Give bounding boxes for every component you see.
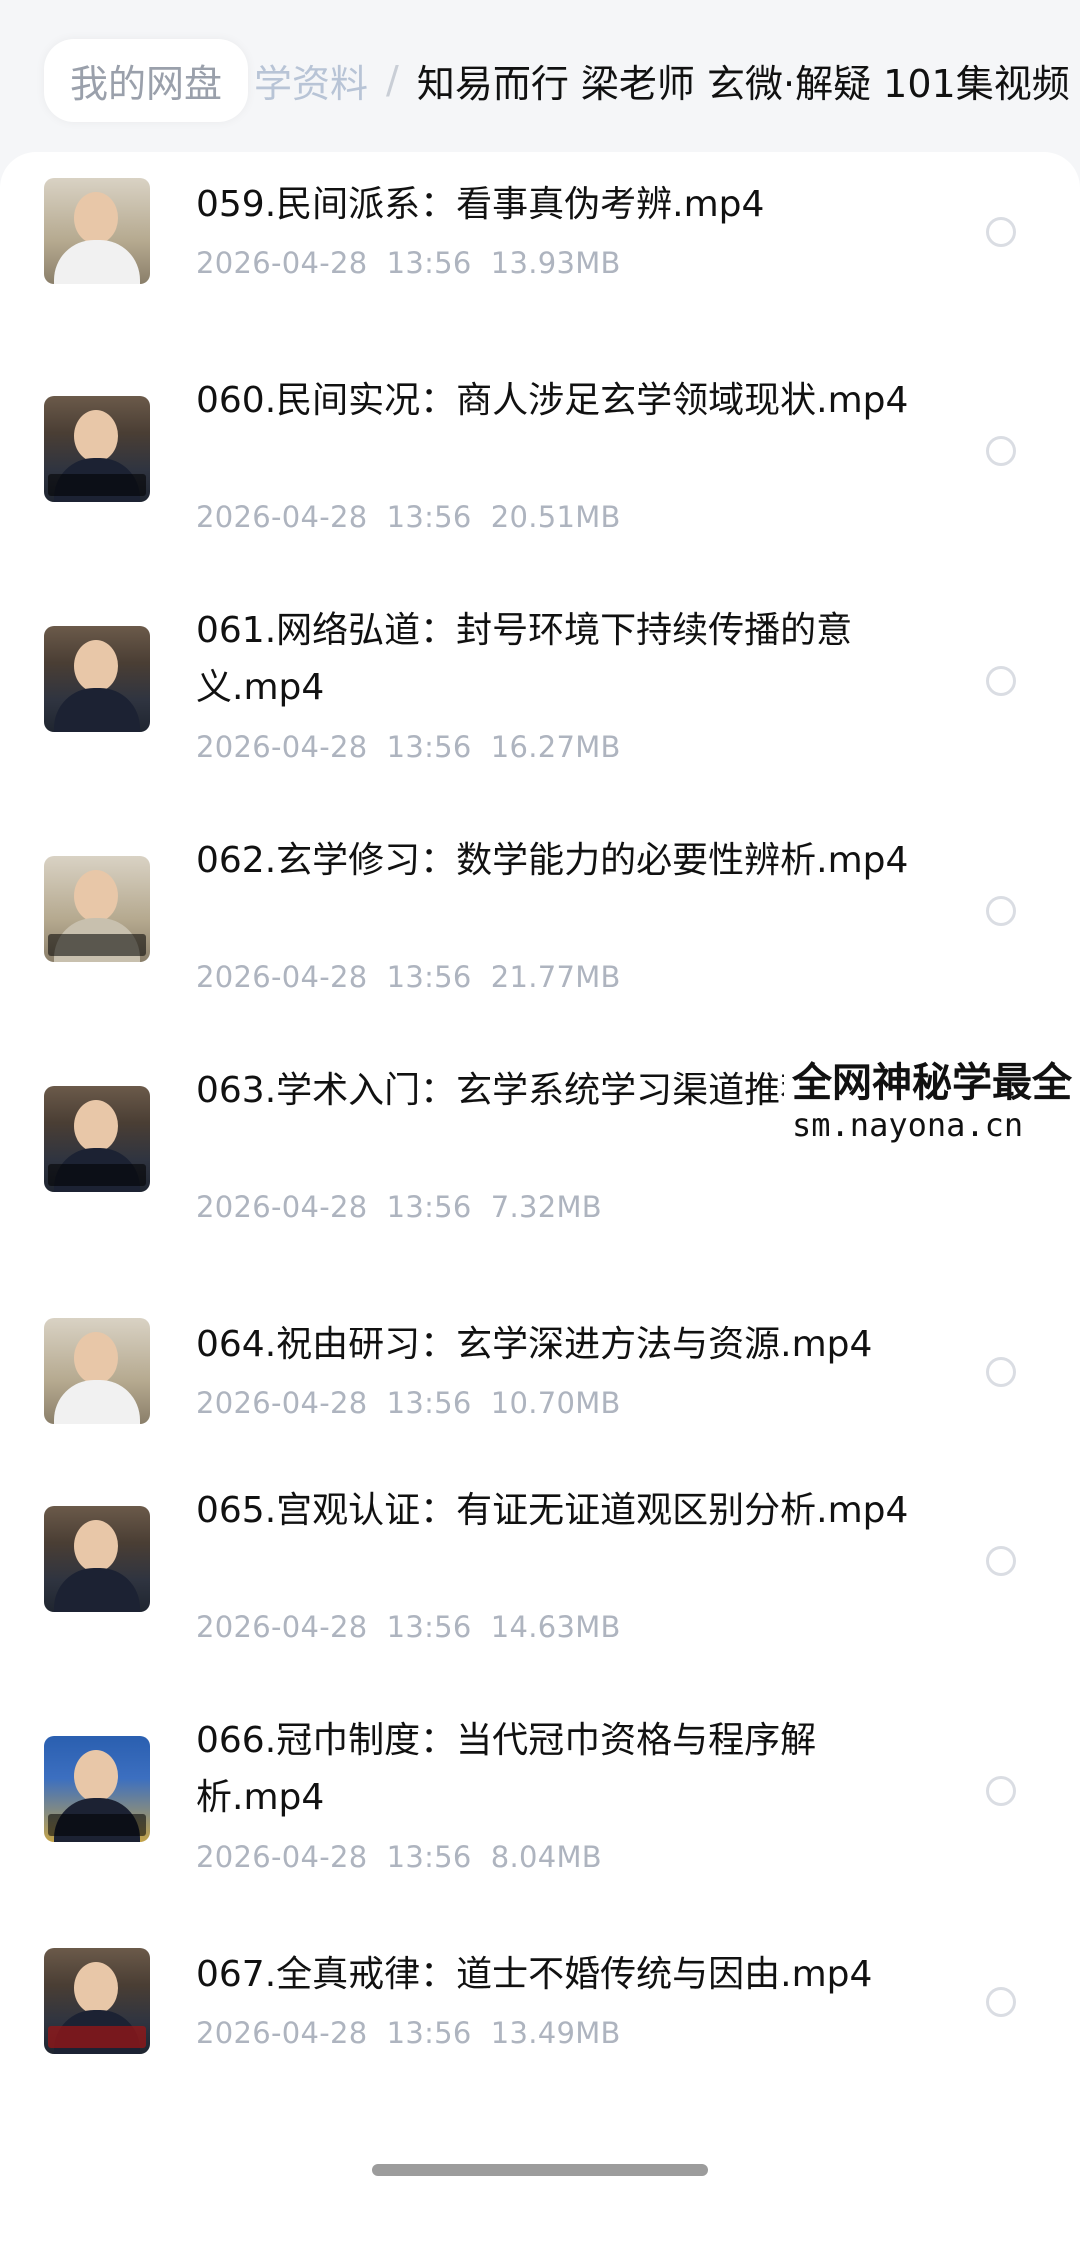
file-size: 16.27MB [490, 730, 621, 764]
radio-unchecked-icon[interactable] [986, 666, 1016, 696]
file-name: 067.全真戒律：道士不婚传统与因由.mp4 [196, 1954, 873, 1995]
video-thumbnail-icon [44, 1736, 150, 1842]
file-size: 13.49MB [490, 2016, 621, 2050]
file-meta: 2026-04-28 13:56 8.04MB [196, 1840, 602, 1874]
file-meta: 2026-04-28 13:56 13.49MB [196, 2016, 621, 2050]
video-thumbnail-icon [44, 178, 150, 284]
file-date: 2026-04-28 [196, 1840, 368, 1874]
video-thumbnail-icon [44, 1086, 150, 1192]
file-date: 2026-04-28 [196, 1386, 368, 1420]
file-time: 13:56 [386, 1840, 472, 1874]
video-thumbnail-icon [44, 1948, 150, 2054]
file-time: 13:56 [386, 1386, 472, 1420]
video-thumbnail-icon [44, 1318, 150, 1424]
file-name: 061.网络弘道：封号环境下持续传播的意义.mp4 [196, 610, 853, 708]
home-indicator[interactable] [372, 2164, 708, 2176]
file-time: 13:56 [386, 500, 472, 534]
breadcrumb-separator: / [386, 58, 399, 102]
radio-unchecked-icon[interactable] [986, 1776, 1016, 1806]
file-date: 2026-04-28 [196, 960, 368, 994]
file-name: 066.冠巾制度：当代冠巾资格与程序解析.mp4 [196, 1720, 817, 1818]
video-thumbnail-icon [44, 856, 150, 962]
breadcrumb-current-folder: 知易而行 梁老师 玄微·解疑 101集视频 [416, 61, 1070, 106]
file-date: 2026-04-28 [196, 2016, 368, 2050]
file-meta: 2026-04-28 13:56 10.70MB [196, 1386, 621, 1420]
file-time: 13:56 [386, 246, 472, 280]
file-date: 2026-04-28 [196, 730, 368, 764]
file-meta: 2026-04-28 13:56 20.51MB [196, 500, 621, 534]
watermark-overlay: 全网神秘学最全 sm.nayona.cn [784, 1040, 1080, 1160]
radio-unchecked-icon[interactable] [986, 436, 1016, 466]
file-size: 10.70MB [490, 1386, 621, 1420]
video-thumbnail-icon [44, 626, 150, 732]
file-date: 2026-04-28 [196, 1190, 368, 1224]
file-name: 064.祝由研习：玄学深进方法与资源.mp4 [196, 1324, 873, 1365]
file-name: 065.宫观认证：有证无证道观区别分析.mp4 [196, 1490, 909, 1531]
file-time: 13:56 [386, 1610, 472, 1644]
file-time: 13:56 [386, 2016, 472, 2050]
file-date: 2026-04-28 [196, 500, 368, 534]
radio-unchecked-icon[interactable] [986, 1357, 1016, 1387]
radio-unchecked-icon[interactable] [986, 1987, 1016, 2017]
file-meta: 2026-04-28 13:56 7.32MB [196, 1190, 602, 1224]
file-size: 20.51MB [490, 500, 621, 534]
breadcrumb-root-button[interactable]: 我的网盘 [44, 38, 249, 122]
watermark-text: 全网神秘学最全 [792, 1060, 1072, 1106]
radio-unchecked-icon[interactable] [986, 217, 1016, 247]
radio-unchecked-icon[interactable] [986, 896, 1016, 926]
file-date: 2026-04-28 [196, 1610, 368, 1644]
file-size: 13.93MB [490, 246, 621, 280]
file-size: 14.63MB [490, 1610, 621, 1644]
file-size: 21.77MB [490, 960, 621, 994]
radio-unchecked-icon[interactable] [986, 1546, 1016, 1576]
video-thumbnail-icon [44, 396, 150, 502]
file-time: 13:56 [386, 1190, 472, 1224]
file-size: 8.04MB [490, 1840, 603, 1874]
breadcrumb-parent-folder[interactable]: 学资料 [254, 53, 368, 108]
file-name: 060.民间实况：商人涉足玄学领域现状.mp4 [196, 380, 909, 421]
breadcrumb: 我的网盘 学资料 / 知易而行 梁老师 玄微·解疑 101集视频 [0, 0, 1080, 160]
file-size: 7.32MB [490, 1190, 603, 1224]
file-time: 13:56 [386, 960, 472, 994]
file-date: 2026-04-28 [196, 246, 368, 280]
file-name: 059.民间派系：看事真伪考辨.mp4 [196, 184, 765, 225]
file-meta: 2026-04-28 13:56 14.63MB [196, 1610, 621, 1644]
file-time: 13:56 [386, 730, 472, 764]
video-thumbnail-icon [44, 1506, 150, 1612]
file-meta: 2026-04-28 13:56 13.93MB [196, 246, 621, 280]
file-meta: 2026-04-28 13:56 16.27MB [196, 730, 621, 764]
watermark-url: sm.nayona.cn [792, 1106, 1024, 1144]
file-name: 062.玄学修习：数学能力的必要性辨析.mp4 [196, 840, 909, 881]
file-list: 059.民间派系：看事真伪考辨.mp4 2026-04-28 13:56 13.… [0, 152, 1080, 2252]
file-meta: 2026-04-28 13:56 21.77MB [196, 960, 621, 994]
